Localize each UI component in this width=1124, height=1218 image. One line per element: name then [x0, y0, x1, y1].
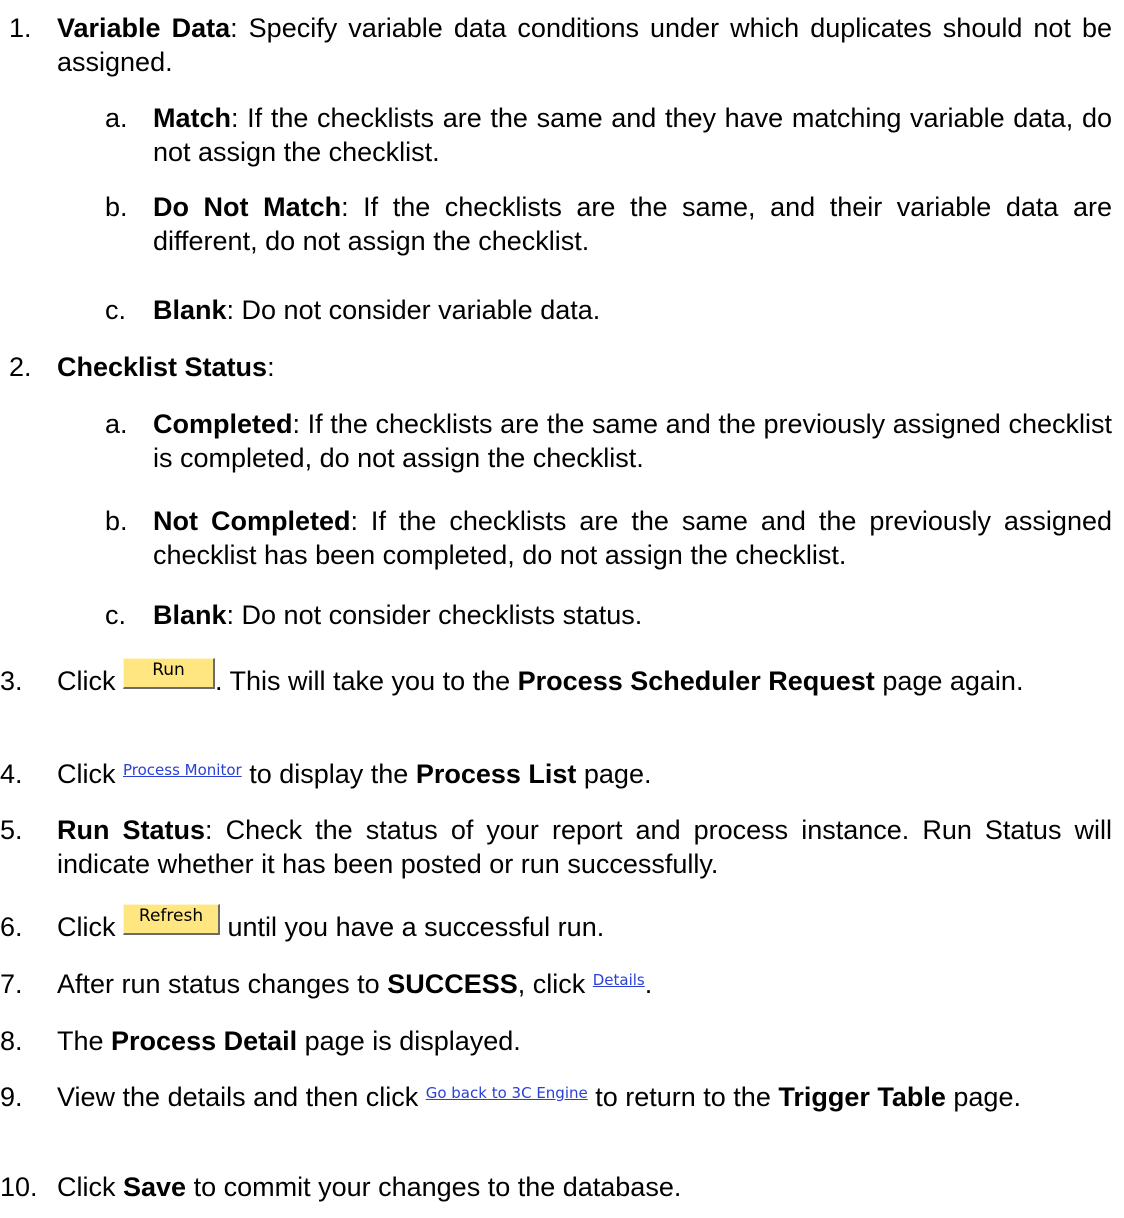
step-10: 10. Click Save to commit your changes to… [0, 1172, 682, 1202]
document-page: { "steps": [ {"num": "1.", "title": "Var… [0, 0, 1124, 1218]
step-title: Variable Data [57, 13, 231, 43]
step-2a: a. Completed: If the checklists are the … [0, 407, 1112, 475]
step-number: 8. [0, 1026, 23, 1056]
step-7: 7. After run status changes to SUCCESS, … [0, 967, 1112, 1001]
step-number: b. [105, 506, 128, 536]
step-title: Do Not Match [153, 192, 342, 222]
step-number: 5. [0, 815, 23, 845]
step-1c: c. Blank: Do not consider variable data. [0, 293, 1112, 327]
step-number: c. [105, 295, 127, 325]
step-number: 1. [9, 13, 32, 43]
step-text: : If the checklists are the same and the… [153, 409, 1112, 473]
details-link[interactable]: Details [593, 963, 645, 997]
step-number: 4. [0, 759, 23, 789]
step-2: 2. Checklist Status: [0, 350, 1112, 384]
step-number: c. [105, 600, 127, 630]
step-2b: b. Not Completed: If the checklists are … [0, 504, 1112, 572]
step-number: 6. [0, 912, 23, 942]
step-6: 6. Click Refresh until you have a succes… [0, 904, 605, 942]
process-monitor-link[interactable]: Process Monitor [123, 753, 242, 787]
status-value: SUCCESS [387, 969, 518, 999]
step-number: 7. [0, 969, 23, 999]
step-1b: b. Do Not Match: If the checklists are t… [0, 190, 1112, 258]
step-number: a. [105, 409, 128, 439]
page-name: Trigger Table [778, 1082, 946, 1112]
step-title: Match [153, 103, 232, 133]
step-number: a. [105, 103, 128, 133]
step-title: Blank [153, 295, 227, 325]
step-number: 3. [0, 666, 23, 696]
step-number: b. [105, 192, 128, 222]
step-number: 2. [9, 352, 32, 382]
save-label: Save [123, 1172, 187, 1202]
step-title: Run Status [57, 815, 206, 845]
step-9: 9. View the details and then click Go ba… [0, 1080, 1112, 1114]
step-3: 3. Click Run. This will take you to the … [0, 658, 1024, 696]
step-8: 8. The Process Detail page is displayed. [0, 1026, 521, 1056]
step-2c: c. Blank: Do not consider checklists sta… [0, 598, 1112, 632]
refresh-button[interactable]: Refresh [123, 904, 220, 935]
step-text: : If the checklists are the same and the… [153, 103, 1112, 167]
step-5: 5. Run Status: Check the status of your … [0, 813, 1112, 881]
step-number: 10. [0, 1172, 38, 1202]
page-name: Process Detail [111, 1026, 298, 1056]
step-text: : Do not consider variable data. [226, 295, 601, 325]
step-number: 9. [0, 1082, 23, 1112]
page-name: Process List [415, 759, 577, 789]
step-title: Completed [153, 409, 293, 439]
step-4: 4. Click Process Monitor to display the … [0, 757, 1112, 791]
step-1a: a. Match: If the checklists are the same… [0, 101, 1112, 169]
step-1: 1. Variable Data: Specify variable data … [0, 11, 1112, 79]
step-title: Checklist Status [57, 352, 268, 382]
step-text: : Do not consider checklists status. [226, 600, 643, 630]
step-text: : [267, 352, 275, 382]
page-name: Process Scheduler Request [517, 666, 875, 696]
go-back-to-3c-engine-link[interactable]: Go back to 3C Engine [426, 1076, 588, 1110]
step-text: : Check the status of your report and pr… [57, 815, 1112, 879]
step-title: Blank [153, 600, 227, 630]
run-button[interactable]: Run [123, 658, 215, 689]
step-title: Not Completed [153, 506, 351, 536]
